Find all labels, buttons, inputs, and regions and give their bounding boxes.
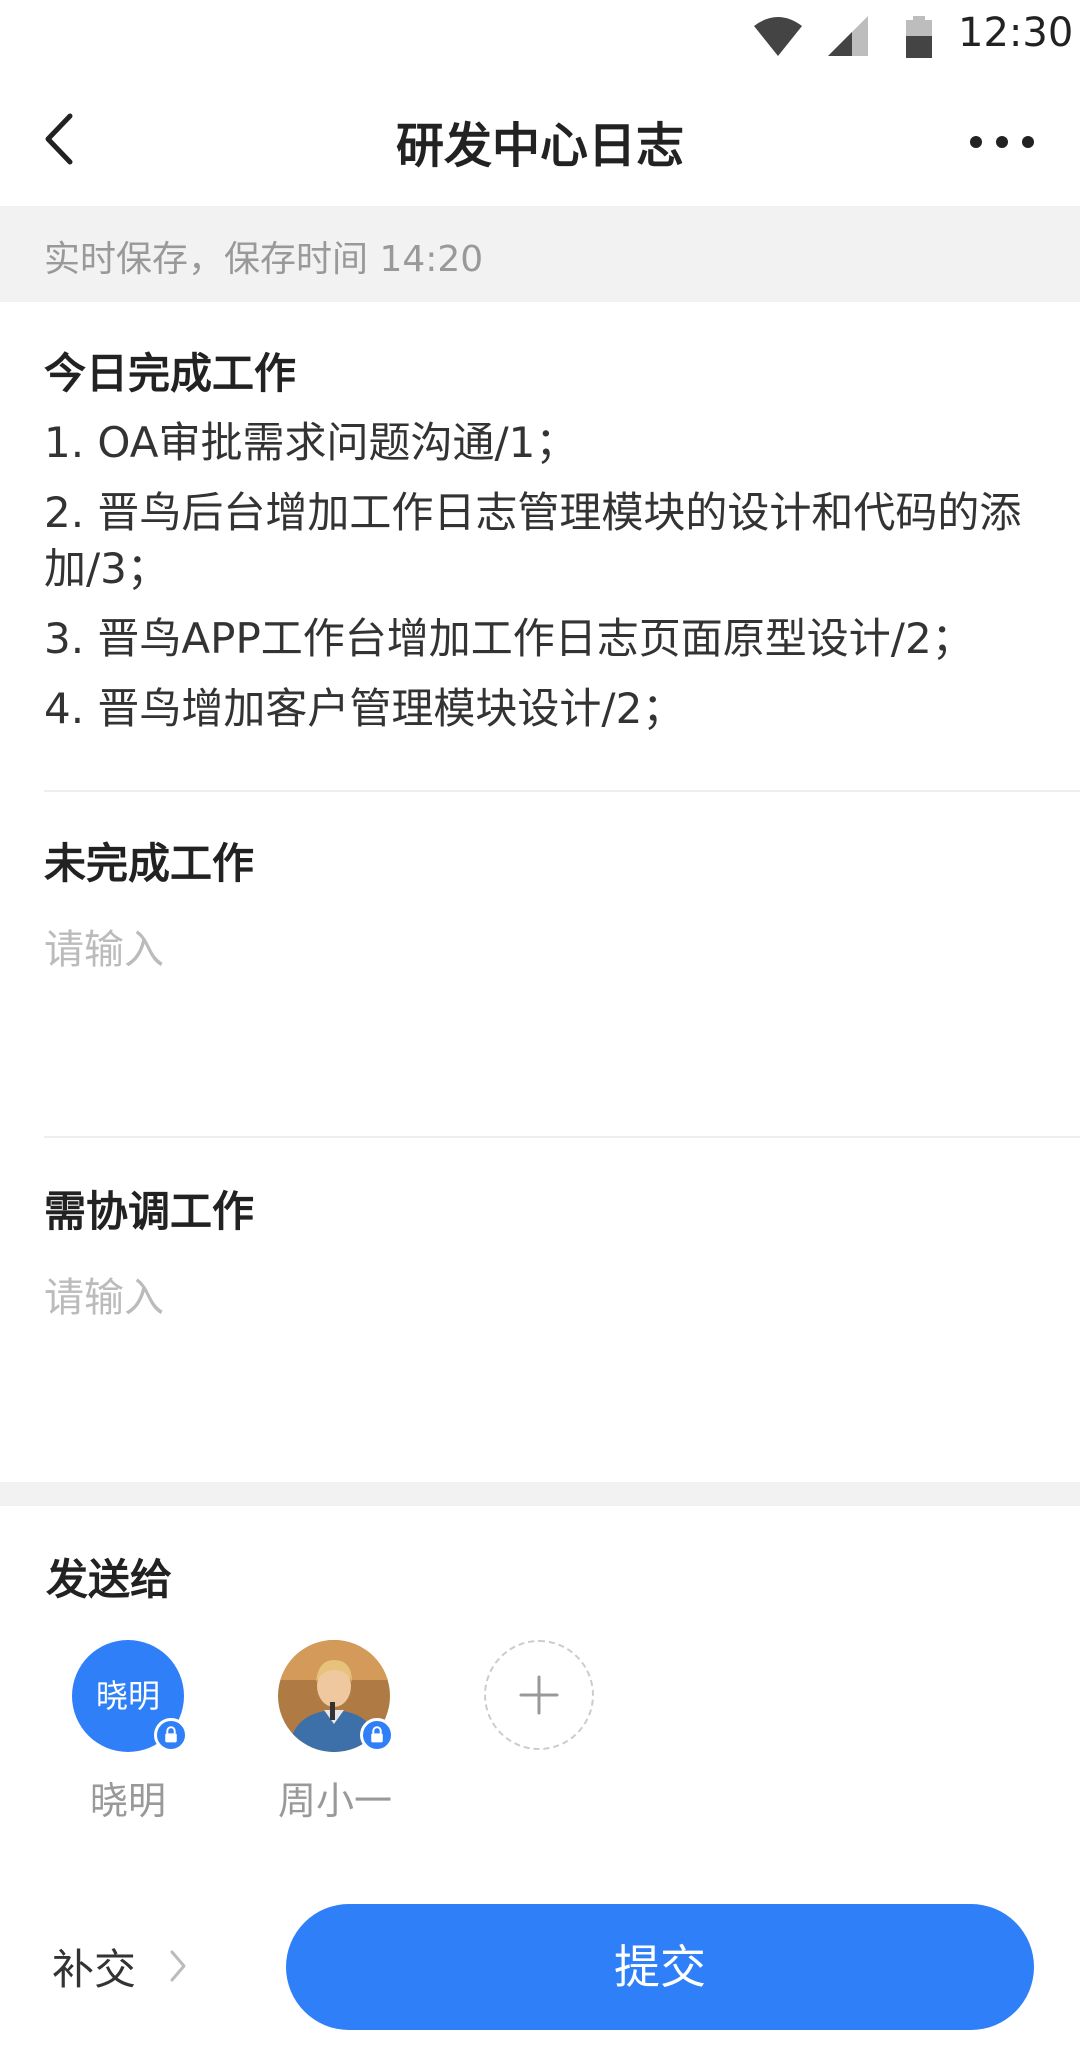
log-editor-screen: 12:30 研发中心日志 实时保存，保存时间 14:20 今日完成工作 1. O… <box>0 0 1080 2060</box>
add-recipient-button[interactable] <box>484 1640 594 1750</box>
recipient-name: 周小一 <box>278 1779 393 1823</box>
autosave-text: 实时保存，保存时间 14:20 <box>44 239 484 280</box>
coordination-work-input[interactable]: 请输入 <box>44 1265 1080 1323</box>
lock-icon <box>360 1718 394 1752</box>
divider <box>44 1136 1080 1138</box>
recipient-name: 晓明 <box>89 1779 166 1823</box>
resubmit-button[interactable]: 补交 <box>52 1936 136 1997</box>
battery-icon <box>906 16 932 58</box>
recipient-xiaoming[interactable]: 晓明 晓明 <box>72 1640 188 1825</box>
unfinished-work-title: 未完成工作 <box>44 839 255 888</box>
more-dots-icon[interactable] <box>968 126 1068 158</box>
avatar <box>278 1640 394 1752</box>
completed-work-line: 1. OA审批需求问题沟通/1； <box>44 418 578 467</box>
coordination-work-title: 需协调工作 <box>44 1187 255 1236</box>
cell-signal-icon <box>828 16 868 56</box>
completed-work-line: 3. 晋鸟APP工作台增加工作日志页面原型设计/2； <box>44 614 974 663</box>
status-bar: 12:30 <box>0 0 1080 76</box>
section-separator <box>0 1482 1080 1506</box>
send-to-title: 发送给 <box>46 1555 173 1604</box>
submit-button[interactable]: 提交 <box>286 1904 1034 2030</box>
completed-work-title: 今日完成工作 <box>44 349 297 398</box>
unfinished-work-input[interactable]: 请输入 <box>44 917 1080 975</box>
autosave-banner: 实时保存，保存时间 14:20 <box>0 206 1080 302</box>
divider <box>44 790 1080 792</box>
page-title: 研发中心日志 <box>395 118 684 174</box>
completed-work-line: 4. 晋鸟增加客户管理模块设计/2； <box>44 684 685 733</box>
nav-bar: 研发中心日志 <box>0 76 1080 206</box>
completed-work-line: 2. 晋鸟后台增加工作日志管理模块的设计和代码的添加/3； <box>44 488 1022 593</box>
wifi-icon <box>754 17 802 56</box>
recipient-zhouxiaoyi[interactable]: 周小一 <box>278 1640 394 1825</box>
coordination-work-section: 需协调工作 请输入 <box>44 1178 1080 1323</box>
chevron-right-icon[interactable] <box>166 1946 190 1986</box>
unfinished-work-section: 未完成工作 请输入 <box>44 830 1080 975</box>
lock-icon <box>154 1718 188 1752</box>
avatar: 晓明 <box>72 1640 188 1752</box>
plus-icon <box>519 1675 559 1715</box>
completed-work-section[interactable]: 今日完成工作 1. OA审批需求问题沟通/1； 2. 晋鸟后台增加工作日志管理模… <box>44 340 1080 737</box>
completed-work-content[interactable]: 1. OA审批需求问题沟通/1； 2. 晋鸟后台增加工作日志管理模块的设计和代码… <box>44 415 1080 737</box>
status-time: 12:30 <box>958 10 1074 56</box>
